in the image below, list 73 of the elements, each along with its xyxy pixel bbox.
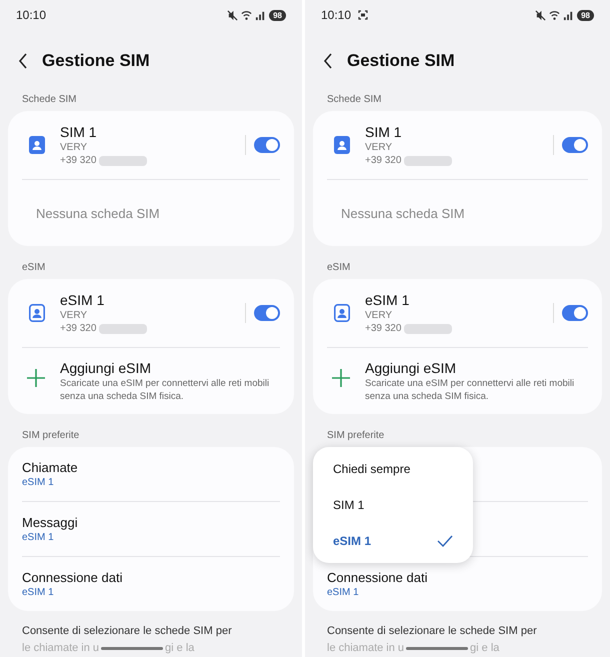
- sim-name: SIM 1: [365, 124, 403, 140]
- setting-value: eSIM 1: [327, 586, 360, 598]
- setting-value: eSIM 1: [22, 586, 55, 598]
- section-label: eSIM: [21, 261, 46, 275]
- section-label: SIM preferite: [21, 428, 80, 443]
- sim-name: SIM 1: [60, 124, 98, 140]
- phone-number: +39 320: [60, 155, 96, 166]
- footer-text: gi e la: [165, 640, 194, 656]
- footer-text: Consente di selezionare le schede SIM per: [327, 624, 538, 639]
- setting-value: eSIM 1: [22, 532, 55, 543]
- redaction-blur: [404, 324, 452, 334]
- redaction-blur: [99, 324, 148, 334]
- carrier-name: VERY: [365, 142, 394, 153]
- sim-card-icon: [28, 135, 46, 155]
- menu-option[interactable]: eSIM 1: [313, 522, 473, 559]
- setting-label[interactable]: Connessione dati: [22, 570, 280, 585]
- footer-text: le chiamate in u: [22, 640, 100, 656]
- phone-number: +39 320: [365, 155, 402, 166]
- carrier-name: VERY: [60, 142, 88, 153]
- menu-option[interactable]: Chiedi sempre: [313, 450, 473, 487]
- battery-level: 98: [577, 10, 594, 20]
- section-label: Schede SIM: [21, 93, 78, 107]
- back-button[interactable]: [18, 53, 28, 69]
- page-title: Gestione SIM: [347, 51, 455, 71]
- battery-level: 98: [269, 10, 286, 20]
- toggle-switch[interactable]: [254, 305, 280, 321]
- add-esim-title[interactable]: Aggiungi eSIM: [365, 360, 588, 376]
- redaction-blur: [99, 156, 148, 166]
- page-title: Gestione SIM: [42, 51, 150, 71]
- sim-name: eSIM 1: [365, 292, 410, 308]
- phone-number: +39 320: [60, 323, 96, 334]
- add-esim-description: Scaricate una eSIM per connettervi alle reti mobili senza una scheda SIM fisica.: [60, 378, 270, 404]
- phone-number: +39 320: [365, 323, 402, 334]
- section-label: eSIM: [326, 261, 352, 275]
- wifi-icon: [241, 10, 252, 20]
- empty-slot-label: Nessuna scheda SIM: [35, 204, 161, 222]
- section-label: SIM preferite: [326, 428, 386, 443]
- signal-icon: [255, 10, 266, 20]
- checkmark-icon: [437, 534, 453, 547]
- menu-option[interactable]: SIM 1: [313, 486, 473, 523]
- sim-name: eSIM 1: [60, 292, 106, 308]
- add-esim-title[interactable]: Aggiungi eSIM: [60, 360, 280, 376]
- redaction-blur: [404, 156, 452, 166]
- toggle-switch[interactable]: [562, 305, 588, 321]
- empty-slot-label: Nessuna scheda SIM: [340, 204, 466, 222]
- carrier-name: VERY: [60, 310, 88, 321]
- toggle-switch[interactable]: [254, 137, 280, 153]
- footer-text: gi e la: [470, 640, 500, 656]
- add-esim-description: Scaricate una eSIM per connettervi alle reti mobili senza una scheda SIM fisica.: [365, 378, 576, 404]
- gesture-bar: [101, 646, 164, 650]
- wifi-icon: [549, 10, 560, 20]
- setting-label[interactable]: Messaggi: [22, 514, 280, 530]
- signal-icon: [563, 10, 574, 20]
- setting-label[interactable]: Connessione dati: [327, 570, 588, 585]
- sim-card-icon: [333, 135, 351, 155]
- toggle-switch[interactable]: [562, 137, 588, 153]
- setting-label[interactable]: Chiamate: [22, 460, 280, 475]
- screen-record-icon: [357, 9, 370, 21]
- back-button[interactable]: [323, 53, 333, 69]
- gesture-bar: [406, 646, 468, 650]
- carrier-name: VERY: [365, 310, 394, 321]
- sim-card-icon: [28, 303, 46, 323]
- plus-icon: [331, 368, 351, 388]
- mute-icon: [227, 10, 238, 20]
- mute-icon: [535, 10, 546, 20]
- sim-card-icon: [333, 303, 351, 323]
- plus-icon: [26, 368, 46, 388]
- footer-text: Consente di selezionare le schede SIM per: [22, 624, 233, 639]
- setting-value: eSIM 1: [22, 476, 55, 488]
- footer-text: le chiamate in u: [327, 640, 404, 656]
- clock-time: 10:10: [16, 8, 46, 22]
- clock-time: 10:10: [321, 8, 352, 22]
- section-label: Schede SIM: [326, 93, 382, 107]
